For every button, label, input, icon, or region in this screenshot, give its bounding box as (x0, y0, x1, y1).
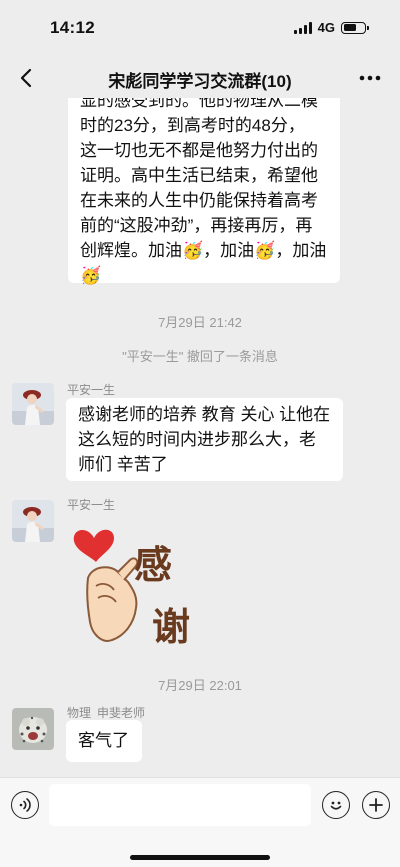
sender-name: 平安一生 (67, 498, 116, 512)
avatar[interactable] (12, 500, 54, 542)
avatar[interactable] (12, 383, 54, 425)
sender-name: 平安一生 (67, 383, 116, 397)
message-line: 前的“这股冲劲”，再接再厉，再 (80, 216, 313, 235)
sender-display-name: 申斐老师 (97, 706, 146, 720)
back-button[interactable] (12, 64, 40, 92)
message-line: 证明。高中生活已结束，希望他 (80, 166, 318, 185)
chat-area[interactable]: 显的感受到的。他的物理从二模 时的23分，到高考时的48分， 这一切也无不都是他… (0, 98, 400, 777)
recall-notice: "平安一生" 撤回了一条消息 (122, 349, 278, 364)
message-line: 创辉煌。加油🥳，加油🥳，加油 (80, 241, 327, 260)
chat-title: 宋彪同学学习交流群(10) (108, 72, 292, 91)
input-bar (0, 777, 400, 867)
status-indicators: 4G (293, 20, 369, 35)
voice-button[interactable] (11, 791, 39, 819)
status-bar: 14:12 4G (0, 0, 400, 58)
message-line: 在未来的人生中仍能保持着高考 (80, 191, 318, 210)
message-bubble[interactable]: 感谢老师的培养 教育 关心 让他在 这么短的时间内进步那么大，老 师们 辛苦了 (66, 398, 343, 481)
message-input[interactable] (49, 784, 311, 826)
sticker-text-xie: 谢 (152, 605, 190, 649)
message-line: 这一切也无不都是他努力付出的 (80, 141, 318, 160)
heart-hand-sticker: 感 谢 (73, 529, 190, 649)
avatar-person-icon (12, 500, 54, 542)
emoji-button[interactable] (322, 791, 350, 819)
smiley-icon (330, 801, 342, 810)
more-icon (359, 75, 381, 81)
message-line: 这么短的时间内进步那么大，老 (78, 430, 316, 449)
thanks-sticker[interactable]: 感 谢 (66, 516, 206, 656)
timestamp-label: 7月29日 21:42 (158, 315, 242, 330)
avatar-snow-leopard-icon (12, 708, 54, 750)
message-bubble[interactable]: 显的感受到的。他的物理从二模 时的23分，到高考时的48分， 这一切也无不都是他… (68, 98, 340, 285)
status-time: 14:12 (50, 18, 95, 37)
plus-icon (369, 798, 383, 812)
message-line: 🥳 (80, 266, 102, 285)
nav-bar: 宋彪同学学习交流群(10) (0, 58, 400, 98)
home-indicator (130, 855, 270, 860)
avatar[interactable] (12, 708, 54, 750)
chevron-left-icon (20, 68, 32, 88)
message-bubble[interactable]: 客气了 (66, 720, 142, 762)
sender-name: 物理 申斐老师 (67, 704, 145, 721)
signal-icon (293, 21, 312, 34)
message-line: 时的23分，到高考时的48分， (80, 116, 305, 135)
avatar-person-icon (12, 383, 54, 425)
network-type: 4G (317, 20, 335, 35)
voice-icon (19, 798, 31, 812)
message-line: 感谢老师的培养 教育 关心 让他在 (78, 405, 331, 424)
timestamp-label: 7月29日 22:01 (158, 678, 242, 693)
sender-role: 物理 (67, 706, 92, 720)
more-functions-button[interactable] (362, 791, 390, 819)
message-line: 显的感受到的。他的物理从二模 (80, 98, 318, 110)
message-line: 师们 辛苦了 (78, 455, 168, 474)
battery-icon (341, 21, 369, 34)
more-button[interactable] (356, 64, 384, 92)
sticker-text-gan: 感 (134, 543, 172, 587)
